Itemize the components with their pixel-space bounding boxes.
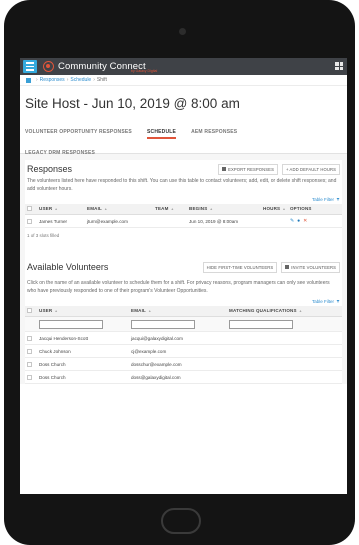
volunteer-name[interactable]: Jacqui Henderson-Scott (37, 331, 129, 345)
hamburger-menu-icon[interactable] (23, 60, 37, 73)
tab-bar-row2: LEGACY DRM RESPONSES (20, 141, 347, 156)
volunteer-name[interactable]: Doss Church (37, 357, 129, 371)
response-options: ✎ ● ✕ (287, 214, 342, 228)
close-icon[interactable]: ✕ (303, 218, 307, 224)
app-header: Community Connect by Galaxy Digital (20, 58, 347, 75)
filter-icon (336, 299, 340, 303)
home-button[interactable] (161, 508, 201, 534)
sort-icon[interactable]: ▲ (171, 207, 175, 211)
logo-icon (43, 61, 54, 72)
slots-filled-note: 1 of 3 slots filled (27, 233, 60, 238)
responses-header: Responses EXPORT RESPONSES + ADD DEFAULT… (25, 160, 342, 178)
delete-icon[interactable]: ● (297, 218, 300, 224)
user-filter-input[interactable] (39, 319, 103, 329)
table-row[interactable]: Doss Church dosschur@example.com (25, 357, 342, 371)
page-title: Site Host - Jun 10, 2019 @ 8:00 am (25, 96, 240, 111)
apps-grid-icon[interactable] (335, 62, 343, 70)
row-checkbox[interactable] (27, 348, 32, 354)
responses-title: Responses (27, 164, 73, 174)
table-row[interactable]: Jacqui Henderson-Scott jacqui@galaxydigi… (25, 331, 342, 345)
content-area: Responses EXPORT RESPONSES + ADD DEFAULT… (20, 154, 347, 384)
sort-icon[interactable]: ▲ (282, 207, 286, 211)
breadcrumb-shift: Shift (96, 77, 107, 83)
table-row: James Turner jturn@example.com Jun 10, 2… (25, 214, 342, 228)
volunteer-name[interactable]: Doss Church (37, 370, 129, 384)
brand-subtitle: by Galaxy Digital (131, 69, 158, 73)
available-description: Click on the name of an available volunt… (27, 280, 330, 294)
sort-icon[interactable]: ▲ (209, 207, 213, 211)
breadcrumb-responses[interactable]: Responses (40, 77, 65, 83)
available-title: Available Volunteers (27, 262, 109, 272)
filter-icon (336, 197, 340, 201)
response-hours (261, 214, 288, 228)
responses-table-filter[interactable]: Table Filter (25, 194, 342, 204)
mail-icon (285, 265, 290, 269)
hide-first-time-button[interactable]: HIDE FIRST-TIME VOLUNTEERS (202, 261, 278, 273)
sort-icon[interactable]: ▲ (148, 309, 152, 313)
response-user[interactable]: James Turner (37, 214, 85, 228)
add-default-hours-button[interactable]: + ADD DEFAULT HOURS (281, 163, 340, 175)
available-header: Available Volunteers HIDE FIRST-TIME VOL… (25, 258, 342, 276)
sort-icon[interactable]: ▲ (104, 207, 108, 211)
response-begins: Jun 10, 2019 @ 8:00am (187, 214, 261, 228)
tab-aem-responses[interactable]: AEM RESPONSES (191, 123, 237, 135)
tab-bar: VOLUNTEER OPPORTUNITY RESPONSES SCHEDULE… (20, 123, 347, 141)
invite-volunteers-button[interactable]: INVITE VOLUNTEERS (281, 261, 340, 273)
tablet-frame: Community Connect by Galaxy Digital › Re… (4, 0, 355, 545)
select-all-checkbox[interactable] (27, 206, 32, 212)
sort-icon[interactable]: ▲ (54, 309, 58, 313)
edit-icon[interactable]: ✎ (290, 218, 294, 224)
response-email[interactable]: jturn@example.com (85, 214, 153, 228)
row-checkbox[interactable] (27, 361, 32, 367)
tab-volunteer-opportunity-responses[interactable]: VOLUNTEER OPPORTUNITY RESPONSES (25, 123, 132, 135)
volunteer-name[interactable]: Chuck Johnson (37, 344, 129, 358)
camera (179, 28, 186, 35)
export-responses-button[interactable]: EXPORT RESPONSES (218, 163, 278, 175)
volunteer-email[interactable]: jacqui@galaxydigital.com (129, 331, 227, 345)
table-row[interactable]: Doss Church doss@galaxydigital.com (25, 370, 342, 384)
row-checkbox[interactable] (27, 218, 32, 224)
sort-icon[interactable]: ▲ (54, 207, 58, 211)
volunteer-email[interactable]: dosschur@example.com (129, 357, 227, 371)
select-all-checkbox[interactable] (27, 308, 32, 314)
email-filter-input[interactable] (131, 319, 195, 329)
available-volunteers-card: Available Volunteers HIDE FIRST-TIME VOL… (25, 258, 342, 384)
responses-card: Responses EXPORT RESPONSES + ADD DEFAULT… (25, 160, 342, 258)
available-table-filter[interactable]: Table Filter (25, 296, 342, 306)
responses-table: USER ▲ EMAIL ▲ TEAM ▲ BEGINS ▲ HOURS ▲ OPTION… (25, 203, 342, 228)
tab-schedule[interactable]: SCHEDULE (146, 123, 177, 139)
screen: Community Connect by Galaxy Digital › Re… (20, 58, 347, 494)
breadcrumb-schedule[interactable]: Schedule (70, 77, 91, 83)
breadcrumb: › Responses › Schedule › Shift (20, 75, 347, 86)
qualifications-filter-input[interactable] (229, 319, 293, 329)
responses-description: The volunteers listed here have responde… (27, 178, 337, 192)
row-checkbox[interactable] (27, 335, 32, 341)
row-checkbox[interactable] (27, 374, 32, 380)
home-icon[interactable] (26, 77, 31, 83)
sort-icon[interactable]: ▲ (299, 309, 303, 313)
tab-legacy-drm-responses[interactable]: LEGACY DRM RESPONSES (25, 148, 95, 156)
export-icon (222, 167, 227, 171)
volunteer-email[interactable]: doss@galaxydigital.com (129, 370, 227, 384)
volunteer-email[interactable]: cj@example.com (129, 344, 227, 358)
available-table: USER▲ EMAIL▲ MATCHING QUALIFICATIONS▲ (25, 305, 342, 384)
response-team (153, 214, 187, 228)
table-row[interactable]: Chuck Johnson cj@example.com (25, 344, 342, 358)
